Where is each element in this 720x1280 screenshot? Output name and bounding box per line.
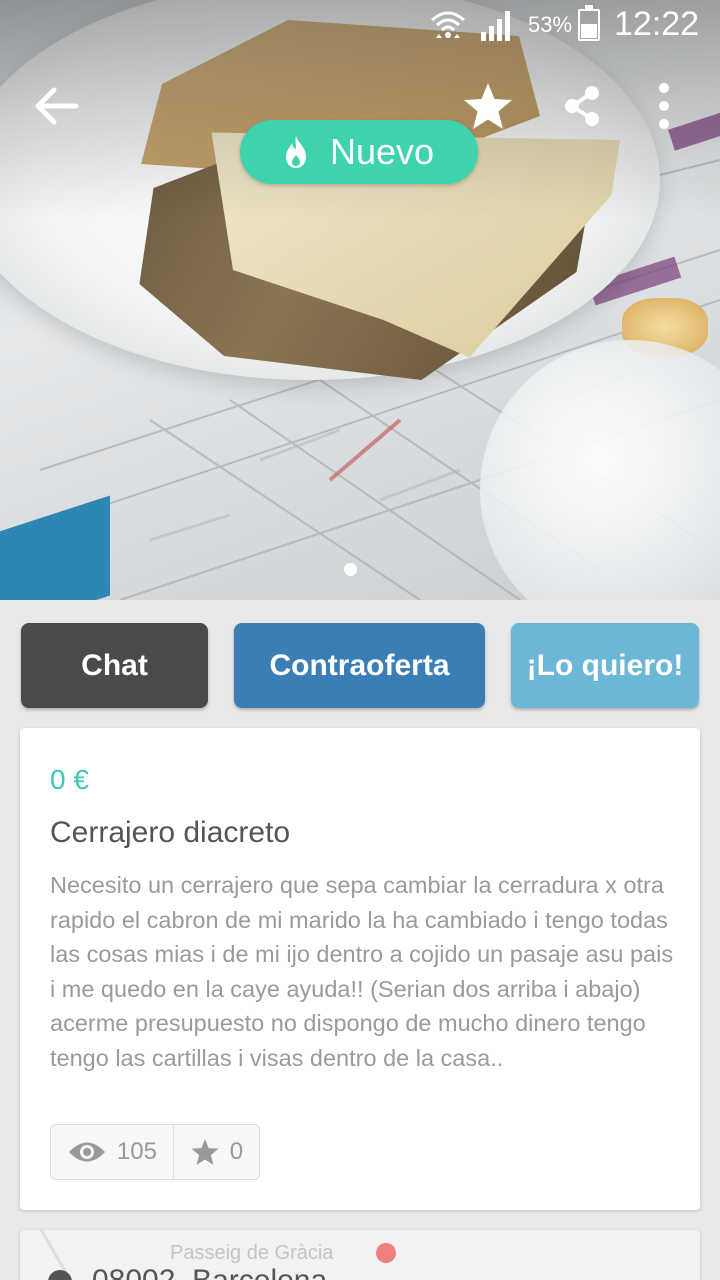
chat-button[interactable]: Chat: [21, 623, 208, 708]
battery-level: [581, 24, 597, 38]
battery-icon: [578, 5, 600, 41]
arrow-left-icon: [35, 87, 79, 125]
signal-icon: [481, 11, 510, 41]
star-icon: [191, 1139, 219, 1165]
clock: 12:22: [614, 5, 700, 43]
product-photo[interactable]: [0, 0, 720, 600]
views-value: 105: [116, 1138, 157, 1165]
item-title: Cerrajero diacreto: [50, 816, 291, 849]
more-options-button[interactable]: [636, 78, 692, 134]
new-badge: Nuevo: [240, 120, 478, 184]
location-address: 08002, Barcelona: [92, 1264, 327, 1280]
location-pin-icon: [43, 1265, 77, 1280]
location-map[interactable]: Passeig de Gràcia 08002, Barcelona: [20, 1230, 700, 1280]
status-bar: 53% 12:22: [0, 0, 720, 52]
item-details-card: 0 € Cerrajero diacreto Necesito un cerra…: [20, 728, 700, 1210]
more-vertical-icon: [659, 83, 669, 129]
eye-icon: [68, 1142, 105, 1162]
favorites-count: 0: [174, 1125, 259, 1179]
item-stats: 105 0: [50, 1124, 260, 1180]
share-icon: [565, 86, 599, 126]
new-badge-label: Nuevo: [329, 131, 435, 172]
battery-percent: 53%: [528, 12, 573, 37]
counteroffer-button[interactable]: Contraoferta: [234, 623, 485, 708]
gallery-page-indicator: [344, 563, 357, 576]
favorites-value: 0: [229, 1138, 244, 1165]
views-count: 105: [51, 1125, 174, 1179]
metro-icon: [376, 1243, 396, 1263]
back-button[interactable]: [28, 78, 84, 134]
map-street-label: Passeig de Gràcia: [170, 1242, 334, 1264]
want-button[interactable]: ¡Lo quiero!: [511, 623, 699, 708]
flame-icon: [285, 136, 306, 168]
item-price: 0 €: [50, 764, 89, 795]
item-description: Necesito un cerrajero que sepa cambiar l…: [50, 872, 674, 1071]
share-button[interactable]: [554, 78, 610, 134]
star-icon: [464, 83, 512, 129]
favorite-button[interactable]: [460, 78, 516, 134]
wifi-icon: [431, 11, 465, 38]
